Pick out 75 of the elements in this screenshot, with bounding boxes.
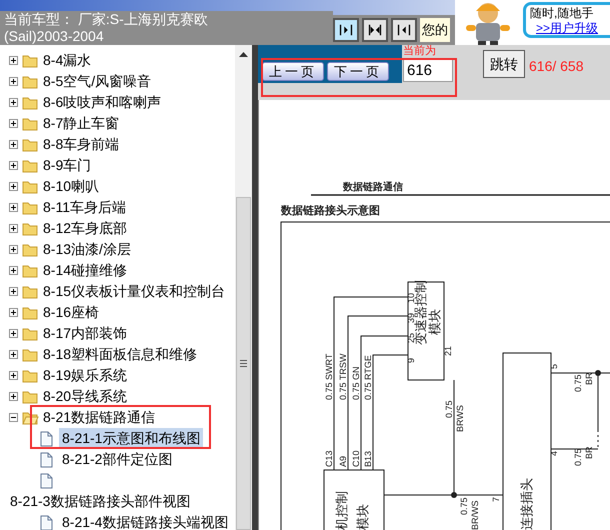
view-toggle-button[interactable] bbox=[391, 18, 417, 42]
view-toggle-button[interactable] bbox=[362, 18, 388, 42]
document-icon bbox=[40, 472, 53, 488]
folder-icon bbox=[22, 74, 39, 88]
previous-page-button[interactable]: 上一页 bbox=[262, 62, 324, 81]
expand-toggle[interactable] bbox=[9, 182, 18, 191]
folder-icon bbox=[22, 348, 39, 362]
arrow-icon bbox=[397, 23, 411, 37]
folder-icon bbox=[22, 390, 39, 404]
tree-item[interactable]: 8-12车身底部 bbox=[43, 218, 128, 239]
tree-item[interactable]: 8-7静止车窗 bbox=[43, 113, 120, 134]
folder-icon bbox=[22, 116, 39, 130]
tree-item[interactable]: 8-15仪表板计量仪表和控制台 bbox=[43, 281, 226, 302]
expand-toggle[interactable] bbox=[9, 161, 18, 170]
jump-button[interactable]: 跳转 bbox=[483, 50, 525, 78]
folder-icon bbox=[22, 284, 39, 298]
scroll-up-icon[interactable] bbox=[239, 51, 248, 57]
collapse-toggle[interactable] bbox=[9, 413, 18, 422]
tree-item[interactable]: 8-11车身后端 bbox=[43, 197, 126, 218]
folder-icon bbox=[22, 138, 39, 152]
document-icon bbox=[40, 430, 53, 446]
tree-item[interactable]: 8-6吱吱声和喀喇声 bbox=[43, 92, 162, 113]
folder-icon bbox=[22, 306, 39, 320]
expand-toggle[interactable] bbox=[9, 56, 18, 65]
tree-item[interactable]: 8-8车身前端 bbox=[43, 134, 120, 155]
tree-item[interactable]: 8-19娱乐系统 bbox=[43, 365, 128, 386]
expand-toggle[interactable] bbox=[9, 329, 18, 338]
folder-icon bbox=[22, 264, 39, 278]
scroll-thumb[interactable] bbox=[236, 197, 251, 530]
tree-item[interactable]: 8-4漏水 bbox=[43, 50, 92, 71]
folder-icon bbox=[22, 180, 39, 194]
tree-item[interactable]: 8-9车门 bbox=[43, 155, 92, 176]
folder-icon bbox=[22, 222, 39, 236]
expand-toggle[interactable] bbox=[9, 245, 18, 254]
expand-toggle[interactable] bbox=[9, 77, 18, 86]
view-toggle-button[interactable] bbox=[333, 18, 359, 42]
upgrade-link[interactable]: >>用户升级 bbox=[530, 21, 606, 36]
notice-text: 您的 bbox=[420, 18, 450, 42]
expand-toggle[interactable] bbox=[9, 308, 18, 317]
tree-item[interactable]: 8-13油漆/涂层 bbox=[43, 239, 131, 260]
expand-toggle[interactable] bbox=[9, 266, 18, 275]
folder-icon bbox=[22, 54, 39, 68]
expand-toggle[interactable] bbox=[9, 371, 18, 380]
ad-text: 随时,随地手 bbox=[530, 6, 594, 21]
arrow-icon bbox=[368, 23, 382, 37]
vehicle-label: 当前车型： 厂家:S-上海别克赛欧(Sail)2003-2004 bbox=[3, 11, 209, 45]
expand-toggle[interactable] bbox=[9, 224, 18, 233]
next-page-button[interactable]: 下一页 bbox=[327, 62, 389, 81]
expand-toggle[interactable] bbox=[9, 98, 18, 107]
expand-toggle[interactable] bbox=[9, 140, 18, 149]
folder-icon bbox=[22, 368, 39, 382]
tree-item[interactable]: 8-20导线系统 bbox=[43, 386, 128, 407]
current-page-label: 当前为 bbox=[403, 45, 437, 58]
tree-item[interactable]: 8-21数据链路通信 bbox=[43, 407, 156, 428]
document-icon bbox=[40, 452, 53, 468]
tree-item[interactable]: 8-21-1示意图和布线图 bbox=[59, 428, 204, 449]
tree-item[interactable]: 8-18塑料面板信息和维修 bbox=[43, 344, 198, 365]
page-input[interactable]: 616 bbox=[403, 58, 453, 82]
expand-toggle[interactable] bbox=[9, 287, 18, 296]
tree-item[interactable]: 8-5空气/风窗噪音 bbox=[43, 71, 152, 92]
tree-item[interactable]: 8-14碰撞维修 bbox=[43, 260, 128, 281]
folder-icon bbox=[22, 96, 39, 110]
tree-item[interactable]: 8-16座椅 bbox=[43, 302, 100, 323]
expand-toggle[interactable] bbox=[9, 392, 18, 401]
tree-item[interactable]: 8-17内部装饰 bbox=[43, 323, 128, 344]
folder-icon bbox=[22, 158, 39, 172]
expand-toggle[interactable] bbox=[9, 350, 18, 359]
page-count: 616/ 658 bbox=[529, 57, 584, 76]
expand-toggle[interactable] bbox=[9, 119, 18, 128]
folder-icon bbox=[22, 200, 39, 214]
folder-icon bbox=[22, 242, 39, 256]
tree-item[interactable]: 8-10喇叭 bbox=[43, 176, 100, 197]
expand-toggle[interactable] bbox=[9, 203, 18, 212]
folder-icon bbox=[22, 326, 39, 340]
arrow-icon bbox=[339, 23, 353, 37]
